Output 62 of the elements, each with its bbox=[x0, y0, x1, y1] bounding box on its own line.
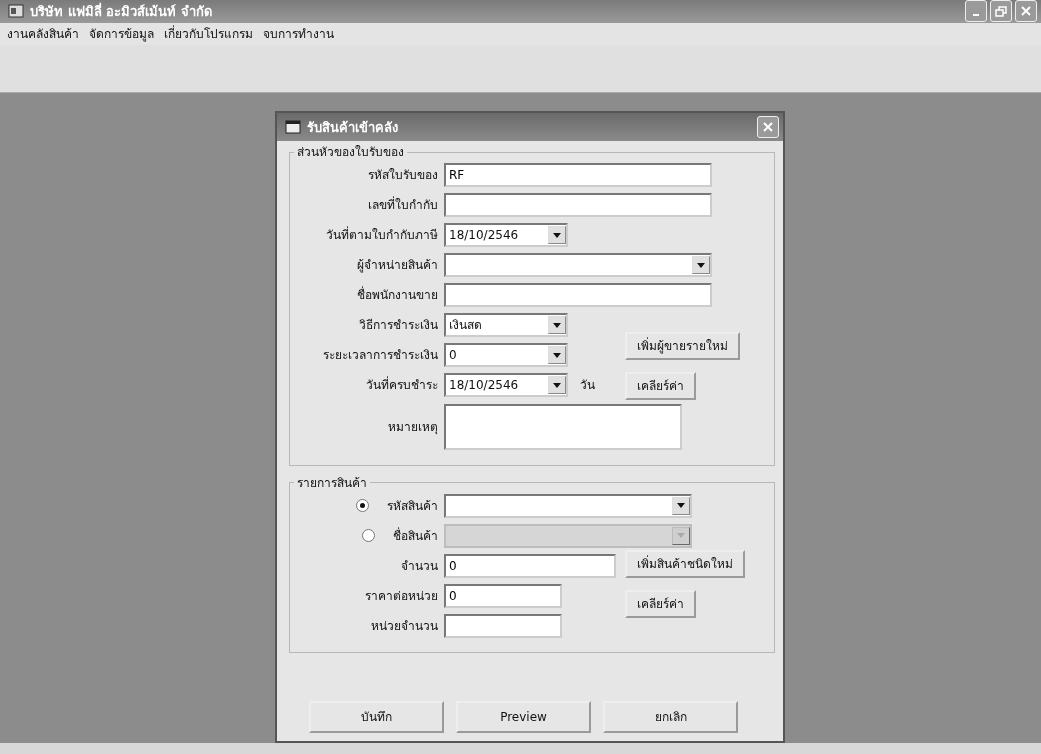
action-button[interactable]: เพิ่มสินค้าชนิดใหม่ bbox=[625, 550, 745, 579]
restore-button[interactable] bbox=[990, 0, 1012, 23]
text-field[interactable] bbox=[444, 193, 712, 218]
field-label: ระยะเวลาการชำระเงิน bbox=[322, 347, 438, 365]
dropdown-field[interactable]: 18/10/2546 bbox=[444, 223, 568, 248]
text-field[interactable]: 0 bbox=[444, 553, 616, 578]
caret-icon bbox=[553, 382, 561, 388]
dialog-button[interactable]: บันทึก bbox=[309, 701, 444, 734]
close-icon bbox=[1020, 5, 1032, 18]
window-title: บริษัท แฟมิลี่ อะมิวส์เม้นท์ จำกัด bbox=[30, 1, 212, 21]
dropdown-field[interactable]: เงินสด bbox=[444, 313, 568, 338]
field-label: วิธีการชำระเงิน bbox=[358, 317, 438, 335]
field-label: ผู้จำหน่ายสินค้า bbox=[356, 257, 438, 275]
field-label: ราคาต่อหน่วย bbox=[364, 587, 438, 605]
caret-icon bbox=[677, 503, 685, 509]
caret-icon bbox=[677, 533, 685, 539]
dialog-button[interactable]: Preview bbox=[456, 701, 591, 734]
field-label: วันที่ครบชำระ bbox=[365, 376, 438, 395]
dropdown-field[interactable] bbox=[444, 253, 712, 278]
text-field[interactable]: RF bbox=[444, 163, 712, 188]
menu-item[interactable]: จัดการข้อมูล bbox=[84, 23, 159, 44]
field-label: จำนวน bbox=[400, 557, 438, 575]
action-button[interactable]: เคลียร์ค่า bbox=[625, 590, 696, 619]
close-icon bbox=[762, 121, 774, 134]
field-label: วันที่ตามใบกำกับภาษี bbox=[325, 226, 438, 245]
radio-dot-icon bbox=[360, 503, 365, 509]
field-label: หน่วยจำนวน bbox=[370, 617, 438, 635]
field-label: ชื่อพนักงานขาย bbox=[356, 286, 438, 305]
minimize-button[interactable] bbox=[965, 0, 987, 23]
menu-item[interactable]: งานคลังสินค้า bbox=[2, 23, 84, 44]
text-field[interactable] bbox=[444, 613, 562, 638]
radio-label: ชื่อสินค้า bbox=[393, 526, 438, 545]
group-title: ส่วนหัวของใบรับของ bbox=[296, 145, 405, 160]
dropdown-field[interactable]: 0 bbox=[444, 343, 568, 368]
group-title: รายการสินค้า bbox=[296, 475, 368, 491]
text-field[interactable]: 0 bbox=[444, 583, 562, 608]
dialog-button[interactable]: ยกเลิก bbox=[603, 701, 738, 734]
caret-icon bbox=[553, 322, 561, 328]
caret-icon bbox=[553, 352, 561, 358]
restore-icon bbox=[995, 5, 1007, 18]
menu-item[interactable]: เกี่ยวกับโปรแกรม bbox=[159, 23, 258, 44]
caret-icon bbox=[553, 232, 561, 238]
close-button[interactable] bbox=[1015, 0, 1037, 23]
minimize-icon bbox=[973, 14, 979, 17]
field-label: รหัสใบรับของ bbox=[367, 167, 438, 185]
field-label: เลขที่ใบกำกับ bbox=[367, 196, 438, 215]
field-label: หมายเหตุ bbox=[387, 418, 438, 436]
text-area[interactable] bbox=[444, 403, 682, 450]
radio-label: รหัสสินค้า bbox=[387, 497, 438, 515]
unit-label: วัน bbox=[580, 377, 595, 395]
dropdown-field[interactable] bbox=[444, 493, 692, 518]
action-button[interactable]: เคลียร์ค่า bbox=[625, 371, 696, 400]
menu-item[interactable]: จบการทำงาน bbox=[258, 23, 339, 44]
action-button[interactable]: เพิ่มผู้ขายรายใหม่ bbox=[625, 331, 740, 360]
radio-button[interactable] bbox=[356, 499, 369, 513]
close-button[interactable] bbox=[757, 116, 779, 139]
dropdown-field[interactable]: 18/10/2546 bbox=[444, 373, 568, 398]
caret-icon bbox=[697, 262, 705, 268]
window-app-icon bbox=[8, 4, 24, 19]
dialog-title: รับสินค้าเข้าคลัง bbox=[307, 118, 398, 137]
text-field[interactable] bbox=[444, 283, 712, 308]
dialog-icon bbox=[285, 120, 301, 135]
